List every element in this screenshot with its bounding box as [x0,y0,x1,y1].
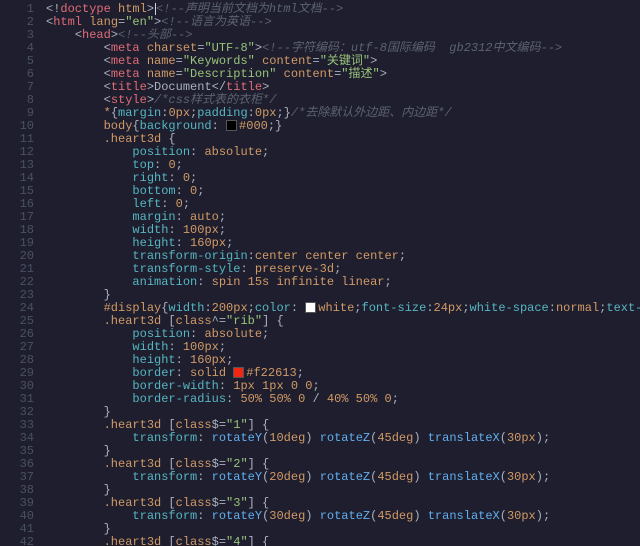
code-line[interactable]: transform: rotateY(30deg) rotateZ(45deg)… [46,510,640,523]
code-line[interactable]: animation: spin 15s infinite linear; [46,276,640,289]
code-line[interactable]: transform: rotateY(20deg) rotateZ(45deg)… [46,471,640,484]
code-line[interactable]: transform: rotateY(10deg) rotateZ(45deg)… [46,432,640,445]
line-number-gutter: 1234567891011121314151617181920212223242… [0,0,42,546]
line-number: 42 [0,536,34,546]
code-line[interactable]: border-radius: 50% 50% 0 / 40% 50% 0; [46,393,640,406]
code-area[interactable]: <!doctype html><!--声明当前文档为html文档--><html… [42,0,640,546]
code-line[interactable]: .heart3d [class$="4"] { [46,536,640,546]
code-editor[interactable]: 1234567891011121314151617181920212223242… [0,0,640,546]
